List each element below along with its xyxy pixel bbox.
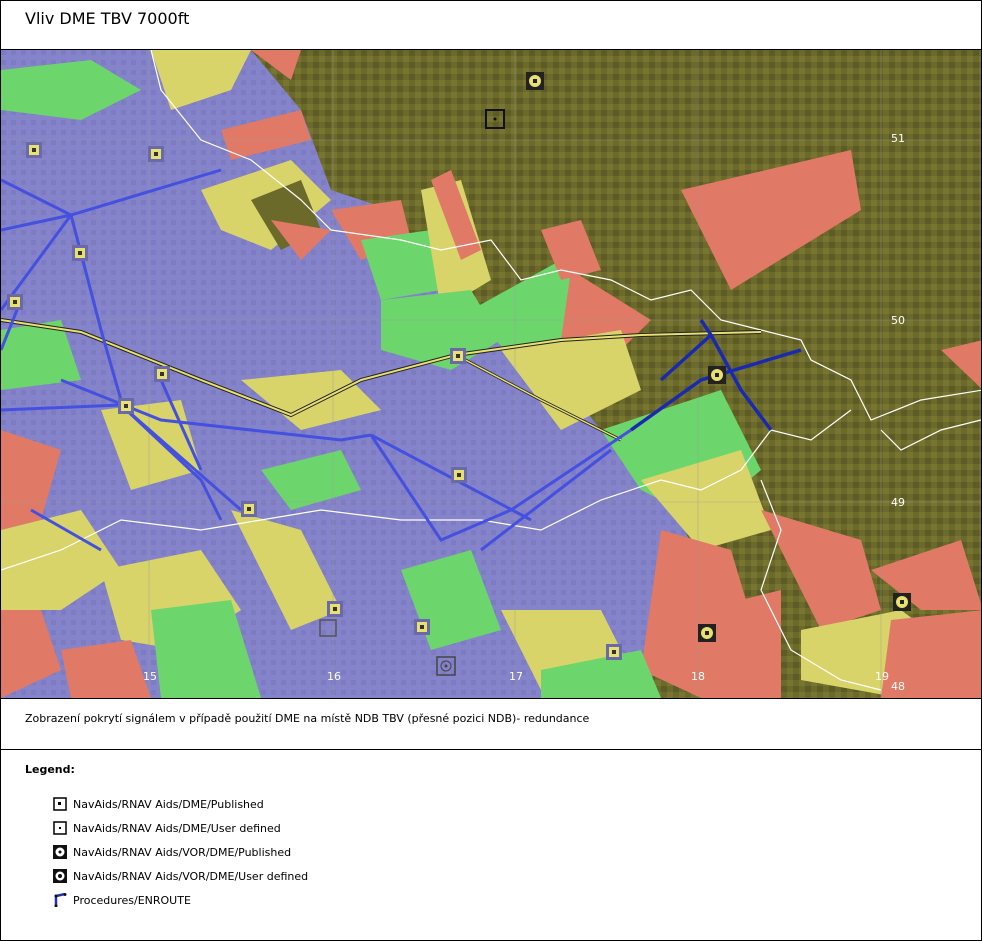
lat-label-49: 49 — [891, 496, 905, 509]
legend-item-procedures-enroute: Procedures/ENROUTE — [53, 892, 191, 908]
dme-published-icon — [53, 797, 67, 811]
vor-dme-navaid — [698, 624, 716, 642]
lon-label-19: 19 — [875, 670, 889, 683]
coverage-map[interactable]: 15 16 17 18 19 51 50 49 48 — [0, 50, 982, 698]
lat-label-51: 51 — [891, 132, 905, 145]
dme-navaid — [241, 501, 257, 517]
dme-navaid — [148, 146, 164, 162]
vor-dme-published-icon — [53, 845, 67, 859]
legend-title: Legend: — [25, 763, 75, 776]
dme-navaid — [327, 601, 343, 617]
lon-label-15: 15 — [143, 670, 157, 683]
page-title: Vliv DME TBV 7000ft — [25, 9, 190, 28]
lat-label-50: 50 — [891, 314, 905, 327]
legend-panel: Legend: NavAids/RNAV Aids/DME/Published … — [0, 749, 982, 941]
enroute-procedure-icon — [54, 893, 67, 907]
vor-dme-user-defined-icon — [53, 869, 67, 883]
caption-bar: Zobrazení pokrytí signálem v případě pou… — [0, 698, 982, 750]
legend-item-dme-published: NavAids/RNAV Aids/DME/Published — [53, 796, 264, 812]
lat-label-48: 48 — [891, 680, 905, 693]
dme-navaid — [72, 245, 88, 261]
map-caption: Zobrazení pokrytí signálem v případě pou… — [25, 712, 590, 725]
map-canvas: 15 16 17 18 19 51 50 49 48 — [1, 50, 981, 698]
title-bar: Vliv DME TBV 7000ft — [0, 0, 982, 50]
legend-item-vor-dme-published: NavAids/RNAV Aids/VOR/DME/Published — [53, 844, 291, 860]
dme-navaid — [451, 467, 467, 483]
legend-label: NavAids/RNAV Aids/VOR/DME/User defined — [73, 869, 309, 883]
lon-label-17: 17 — [509, 670, 523, 683]
lon-label-16: 16 — [327, 670, 341, 683]
legend-label: Procedures/ENROUTE — [73, 893, 191, 907]
dme-user-defined-icon — [53, 821, 67, 835]
legend-item-dme-user-defined: NavAids/RNAV Aids/DME/User defined — [53, 820, 281, 836]
dme-navaid — [7, 294, 23, 310]
legend-label: NavAids/RNAV Aids/VOR/DME/Published — [73, 845, 292, 859]
dme-navaid — [606, 644, 622, 660]
dme-navaid — [26, 142, 42, 158]
vor-dme-navaid — [526, 72, 544, 90]
vor-dme-navaid — [708, 366, 726, 384]
dme-navaid — [154, 366, 170, 382]
dme-navaid — [450, 348, 466, 364]
dme-navaid — [414, 619, 430, 635]
lon-label-18: 18 — [691, 670, 705, 683]
legend-label: NavAids/RNAV Aids/DME/User defined — [73, 821, 281, 835]
legend-item-vor-dme-user-defined: NavAids/RNAV Aids/VOR/DME/User defined — [53, 868, 308, 884]
vor-dme-navaid — [893, 593, 911, 611]
legend-label: NavAids/RNAV Aids/DME/Published — [73, 797, 264, 811]
dme-navaid — [118, 398, 134, 414]
